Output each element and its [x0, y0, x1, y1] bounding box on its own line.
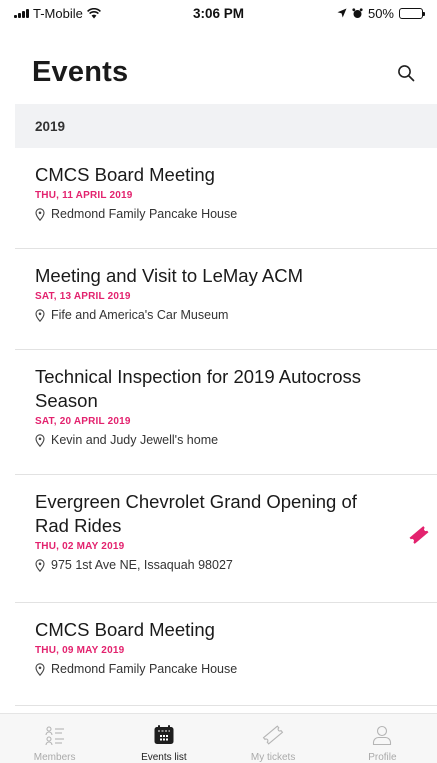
calendar-icon [151, 722, 177, 748]
alarm-icon [352, 7, 363, 18]
wifi-icon [86, 7, 101, 18]
page-header: Events [0, 52, 437, 102]
event-date: THU, 09 MAY 2019 [35, 645, 125, 656]
status-left: T-Mobile [14, 6, 154, 21]
carrier-label: T-Mobile [33, 5, 83, 21]
event-item[interactable]: CMCS Board Meeting THU, 09 MAY 2019 Redm… [15, 603, 437, 706]
event-title: Technical Inspection for 2019 Autocross … [35, 366, 361, 411]
person-icon [369, 722, 395, 748]
event-location: Fife and America's Car Museum [35, 308, 417, 322]
search-icon [398, 65, 415, 82]
event-location: Redmond Family Pancake House [35, 662, 417, 676]
members-list-icon [42, 722, 68, 748]
location-pin-icon [35, 433, 45, 447]
event-item[interactable]: Meeting and Visit to LeMay ACM SAT, 13 A… [15, 249, 437, 350]
location-arrow-icon [337, 8, 347, 18]
tab-label: Profile [368, 752, 397, 763]
ticket-icon[interactable] [407, 523, 431, 547]
search-button[interactable] [393, 60, 419, 86]
event-item[interactable]: Technical Inspection for 2019 Autocross … [15, 350, 437, 475]
event-title: CMCS Board Meeting [35, 619, 215, 640]
tab-label: Events list [141, 752, 187, 763]
event-location-text: Kevin and Judy Jewell's home [51, 433, 219, 447]
location-pin-icon [35, 662, 45, 676]
tab-bar: Members Events list My tickets Profile [0, 713, 437, 763]
status-bar: T-Mobile 3:06 PM 50% [0, 0, 437, 26]
event-location-text: Redmond Family Pancake House [51, 662, 238, 676]
event-date: THU, 02 MAY 2019 [35, 541, 125, 552]
event-title: Meeting and Visit to LeMay ACM [35, 265, 304, 286]
tab-label: Members [33, 752, 76, 763]
tab-my-tickets[interactable]: My tickets [219, 714, 328, 763]
event-location: Kevin and Judy Jewell's home [35, 433, 417, 447]
event-date: THU, 11 APRIL 2019 [35, 190, 133, 201]
ticket-icon [260, 722, 286, 748]
location-pin-icon [35, 207, 45, 221]
event-location-text: 975 1st Ave NE, Issaquah 98027 [51, 558, 233, 572]
tab-members[interactable]: Members [0, 714, 109, 763]
event-location: Redmond Family Pancake House [35, 207, 417, 221]
location-pin-icon [35, 308, 45, 322]
event-date: SAT, 20 APRIL 2019 [35, 416, 131, 427]
event-item[interactable]: CMCS Board Meeting THU, 11 APRIL 2019 Re… [15, 148, 437, 249]
tab-events-list[interactable]: Events list [109, 714, 218, 763]
section-header-year: 2019 [15, 104, 437, 148]
event-location-text: Redmond Family Pancake House [51, 207, 238, 221]
event-location-text: Fife and America's Car Museum [51, 308, 229, 322]
tab-label: My tickets [250, 752, 296, 763]
event-title: Evergreen Chevrolet Grand Opening of Rad… [35, 491, 357, 536]
signal-icon [14, 8, 29, 18]
page-title: Events [32, 56, 129, 88]
battery-percent: 50% [367, 5, 394, 21]
battery-icon [399, 7, 425, 19]
event-list: CMCS Board Meeting THU, 11 APRIL 2019 Re… [15, 148, 437, 706]
event-title: CMCS Board Meeting [35, 164, 215, 185]
event-location: 975 1st Ave NE, Issaquah 98027 [35, 558, 417, 572]
event-item[interactable]: Evergreen Chevrolet Grand Opening of Rad… [15, 475, 437, 603]
location-pin-icon [35, 558, 45, 572]
status-right: 50% [283, 5, 425, 21]
status-time: 3:06 PM [192, 5, 245, 21]
event-date: SAT, 13 APRIL 2019 [35, 291, 131, 302]
tab-profile[interactable]: Profile [328, 714, 437, 763]
